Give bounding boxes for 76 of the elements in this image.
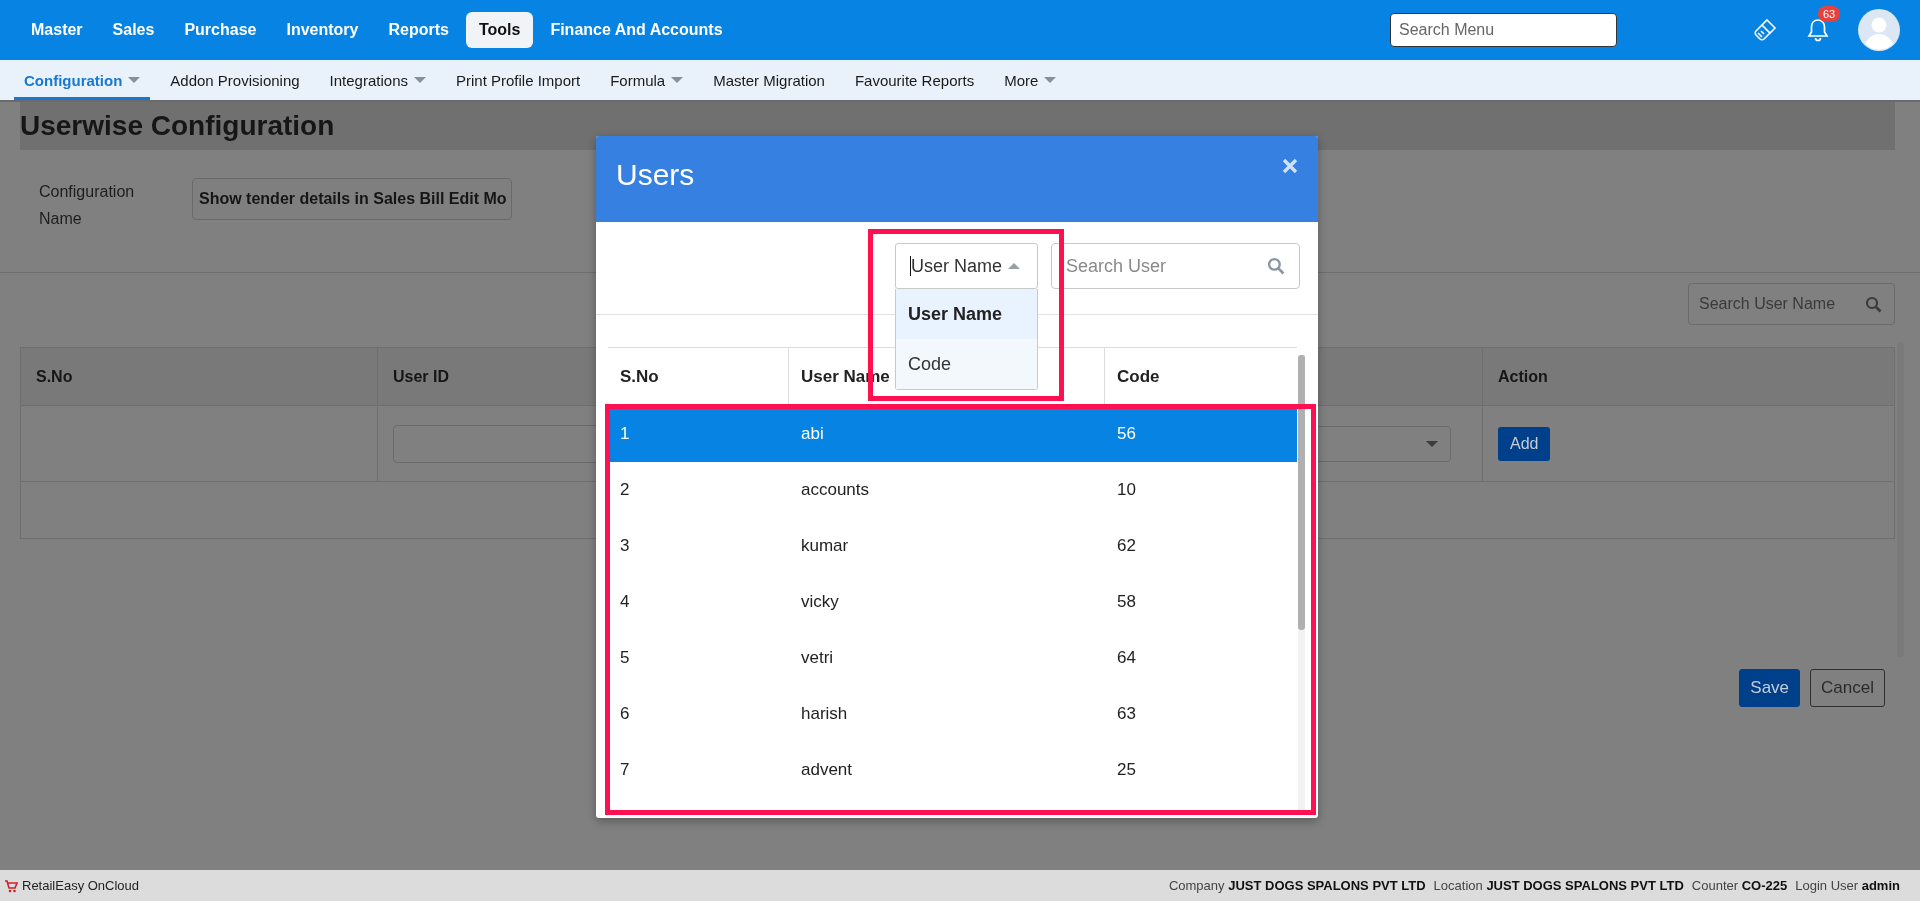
dropdown-option[interactable]: Code [896, 339, 1037, 389]
search-icon [1267, 257, 1285, 275]
scrollbar[interactable] [1298, 355, 1305, 810]
caret-icon [1008, 263, 1021, 269]
configuration-name-field[interactable]: Show tender details in Sales Bill Edit Mo [192, 178, 512, 220]
search-user-field[interactable]: Search User [1051, 243, 1300, 289]
column-header: S.No [620, 366, 659, 387]
user-row[interactable]: 5 vetri 64 [608, 630, 1297, 686]
table-cell: 62 [1117, 536, 1136, 556]
table-cell: 5 [620, 648, 630, 668]
table-cell: vetri [801, 648, 834, 668]
menu-tab[interactable]: Master [18, 12, 96, 48]
bell-icon[interactable] [1806, 17, 1830, 43]
table-cell: 1 [620, 424, 630, 444]
field-label: Configuration Name [39, 182, 136, 229]
table-cell: advent [801, 760, 853, 780]
page-title: Userwise Configuration [20, 110, 335, 142]
table-cell: 2 [620, 480, 630, 500]
column-header: Code [1117, 366, 1160, 387]
submenu-tab[interactable]: More [994, 60, 1067, 100]
column-header: Action [1498, 367, 1548, 386]
menu-tab[interactable]: Tools [465, 12, 534, 48]
status-field: Company JUST DOGS SPALONS PVT LTD [1168, 878, 1426, 893]
submenu-tab[interactable]: Formula [600, 60, 694, 100]
select-value: User Name [911, 255, 1003, 277]
submenu-tab[interactable]: Favourite Reports [844, 60, 985, 100]
search-icon [1865, 295, 1882, 313]
user-row[interactable]: 1 abi 56 [608, 406, 1297, 462]
menu-tab[interactable]: Purchase [171, 12, 270, 48]
table-cell: vicky [801, 592, 839, 612]
table-cell: 58 [1117, 592, 1136, 612]
user-row[interactable]: 4 vicky 58 [608, 574, 1297, 630]
table-cell: 56 [1117, 424, 1136, 444]
table-cell: accounts [801, 480, 870, 500]
submenu-tab[interactable]: Master Migration [703, 60, 835, 100]
column-header: User ID [393, 367, 450, 386]
user-row[interactable]: 7 advent 25 [608, 742, 1297, 798]
menu-tab[interactable]: Sales [99, 12, 168, 48]
menu-tab[interactable]: Inventory [273, 12, 372, 48]
table-cell: 63 [1117, 704, 1136, 724]
text-cursor [910, 256, 911, 276]
menu-tab[interactable]: Finance And Accounts [537, 12, 736, 48]
caret-icon [1426, 440, 1438, 447]
table-cell: 10 [1117, 480, 1136, 500]
cart-logo-icon [4, 878, 18, 893]
table-cell: 6 [620, 704, 630, 724]
column-header: S.No [36, 367, 73, 386]
table-cell: 64 [1117, 648, 1136, 668]
user-row[interactable]: 2 accounts 10 [608, 462, 1297, 518]
table-cell: harish [801, 704, 848, 724]
status-field: Location JUST DOGS SPALONS PVT LTD [1433, 878, 1684, 893]
dialog-title: Users [616, 158, 695, 192]
dropdown-option[interactable]: User Name [896, 289, 1037, 339]
submenu-tab[interactable]: Addon Provisioning [160, 60, 310, 100]
table-cell: kumar [801, 536, 849, 556]
search-menu-field[interactable]: Search Menu [1390, 13, 1617, 47]
app-name: RetailEasy OnCloud [22, 878, 140, 893]
submenu-tab[interactable]: Integrations [319, 60, 436, 100]
status-field: Counter CO-225 [1691, 878, 1788, 893]
table-cell: abi [801, 424, 824, 444]
status-field: Login User admin [1795, 878, 1900, 893]
add-button[interactable]: Add [1498, 426, 1551, 461]
cancel-button[interactable]: Cancel [1810, 669, 1885, 707]
close-icon[interactable] [1282, 158, 1298, 174]
user-row[interactable]: 6 harish 63 [608, 686, 1297, 742]
table-cell: 25 [1117, 760, 1136, 780]
user-row[interactable]: 3 kumar 62 [608, 518, 1297, 574]
brush-icon[interactable] [1752, 17, 1778, 43]
menu-tab[interactable]: Reports [375, 12, 462, 48]
notification-badge: 63 [1818, 6, 1841, 22]
save-button[interactable]: Save [1739, 669, 1801, 707]
table-cell: 7 [620, 760, 630, 780]
table-cell: 4 [620, 592, 630, 612]
submenu-tab[interactable]: Print Profile Import [446, 60, 591, 100]
table-cell: 3 [620, 536, 630, 556]
user-avatar[interactable] [1858, 9, 1900, 51]
